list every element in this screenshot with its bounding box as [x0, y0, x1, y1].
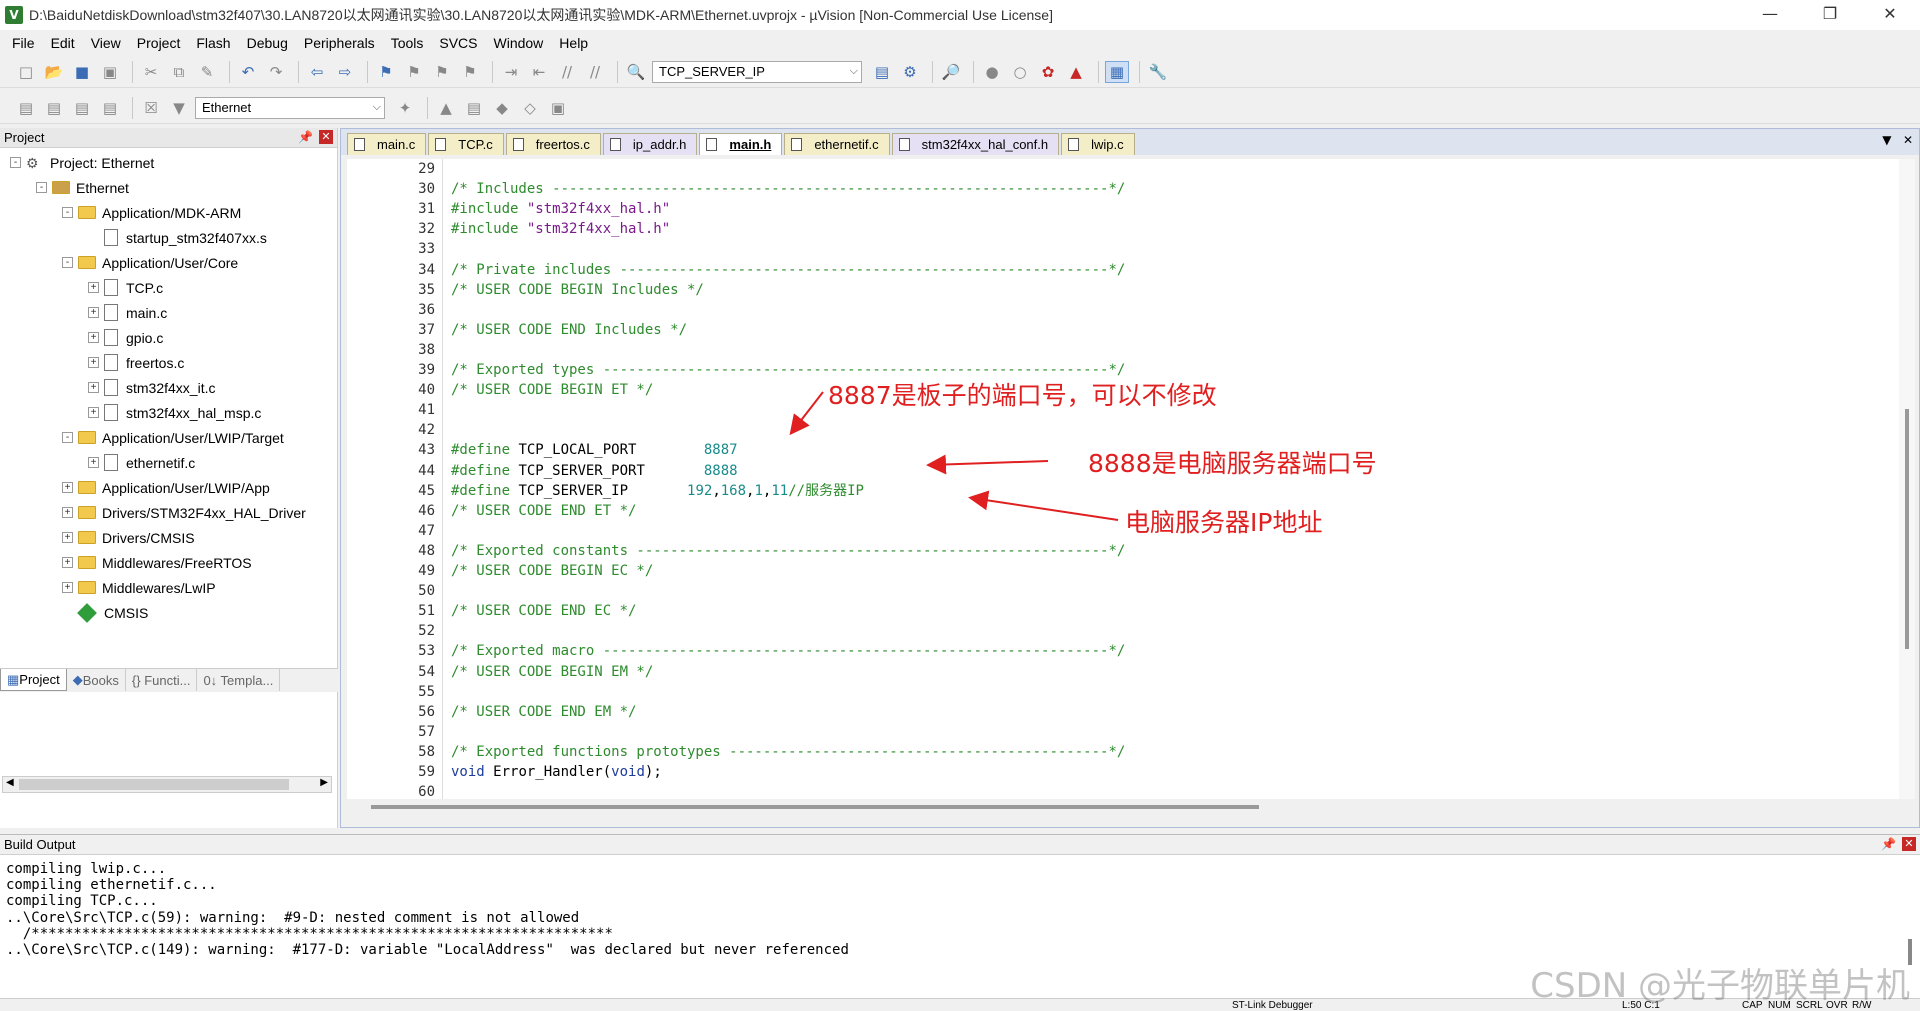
pin-icon[interactable]: 📌 [1881, 837, 1896, 851]
status-debugger: ST-Link Debugger [1232, 1000, 1313, 1011]
close-icon[interactable]: ✕ [1902, 837, 1916, 851]
csdn-watermark: CSDN @光子物联单片机 [1530, 966, 1910, 1006]
build-output-title: Build Output [4, 837, 76, 852]
arrow-server-port [926, 454, 1049, 475]
build-output-line: ..\Core\Src\TCP.c(149): warning: #177-D:… [6, 942, 849, 958]
arrow-local-port [789, 391, 824, 436]
arrow-server-ip [968, 490, 1119, 521]
build-output-header: Build Output 📌 ✕ [0, 835, 1920, 855]
